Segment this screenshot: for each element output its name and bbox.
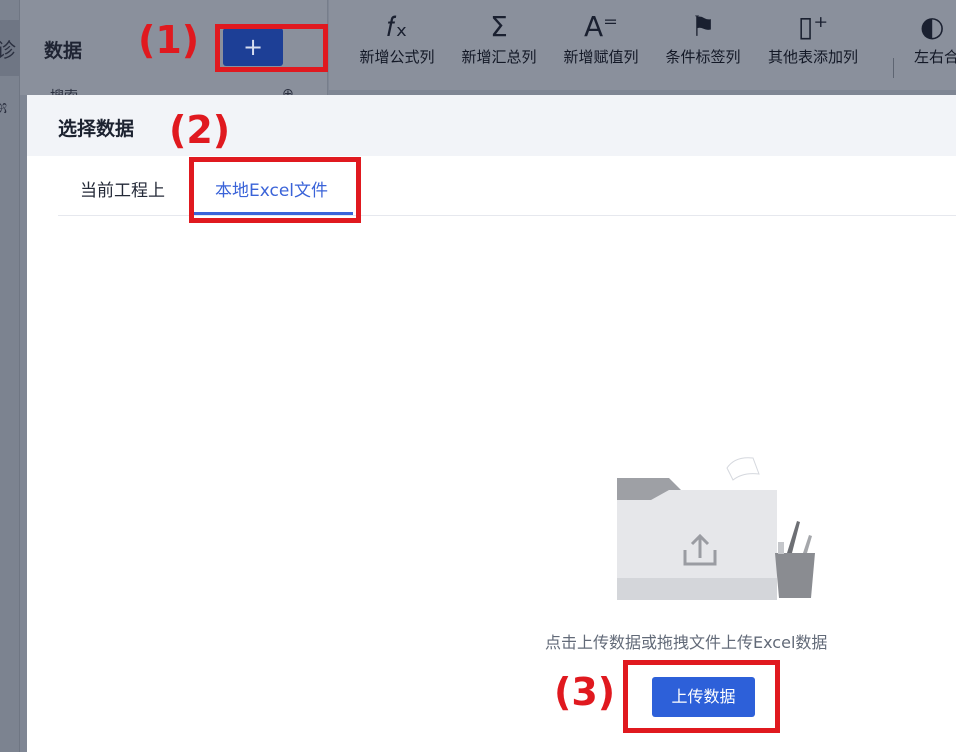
select-data-dialog: 选择数据 当前工程上 本地Excel文件 点击上传数据或拖拽文件上传Excel数… (27, 95, 956, 752)
dialog-title: 选择数据 (58, 118, 135, 140)
new-summary-column-button[interactable]: Σ 新增汇总列 (451, 8, 547, 84)
rail-active-item[interactable]: 诊 (0, 20, 20, 76)
merge-icon: ◐ (920, 10, 945, 43)
tool-label: 左右合 (914, 48, 956, 66)
new-formula-column-button[interactable]: 𝑓ₓ 新增公式列 (349, 8, 445, 84)
assign-icon: A⁼ (584, 10, 618, 43)
tool-label: 其他表添加列 (767, 48, 858, 66)
add-column-from-other-table-button[interactable]: ▯⁺ 其他表添加列 (757, 8, 869, 84)
condition-tag-column-button[interactable]: ⚑ 条件标签列 (655, 8, 751, 84)
toolbar: 𝑓ₓ 新增公式列 Σ 新增汇总列 A⁼ 新增赋值列 ⚑ 条件标签列 ▯⁺ 其他表… (329, 0, 956, 90)
upload-hint-text: 点击上传数据或拖拽文件上传Excel数据 (545, 633, 828, 652)
tool-label: 新增公式列 (359, 48, 435, 66)
left-right-merge-button[interactable]: ◐ 左右合 (914, 8, 956, 84)
rail-glyph-second[interactable]: ೫ (0, 94, 7, 118)
sigma-icon: Σ (490, 10, 508, 43)
rail-glyph-top: 诊 (0, 38, 16, 62)
tool-label: 条件标签列 (665, 48, 741, 66)
annotation-label-step1: (1) (138, 18, 200, 62)
tool-label: 新增赋值列 (563, 48, 639, 66)
annotation-box-step2 (189, 157, 361, 223)
fx-icon: 𝑓ₓ (386, 10, 408, 43)
tab-current-project[interactable]: 当前工程上 (80, 176, 165, 201)
new-assign-column-button[interactable]: A⁼ 新增赋值列 (553, 8, 649, 84)
left-rail: 诊 ೫ (0, 0, 20, 752)
toolbar-divider (893, 58, 894, 78)
upload-folder-illustration (617, 457, 815, 600)
data-panel-title: 数据 (44, 40, 83, 62)
annotation-label-step3: (3) (554, 670, 616, 714)
annotation-label-step2: (2) (169, 108, 231, 152)
tool-label: 新增汇总列 (461, 48, 537, 66)
annotation-box-step3 (623, 660, 780, 733)
flag-icon: ⚑ (690, 10, 716, 43)
add-column-icon: ▯⁺ (797, 10, 829, 43)
annotation-box-step1 (215, 24, 328, 72)
dialog-header: 选择数据 (27, 95, 956, 156)
